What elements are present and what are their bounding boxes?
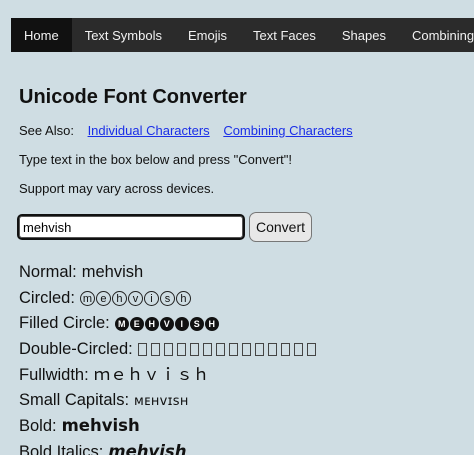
results-list: Normal: mehvish Circled: m e h v i s h Filled Ci… — [19, 260, 469, 455]
result-bold-italics: Bold Italics: 𝙢𝙚𝙝𝙫𝙞𝙨𝙝 — [19, 439, 469, 455]
missing-glyph-box — [202, 342, 212, 356]
result-label: Bold Italics: — [19, 442, 104, 455]
missing-glyph-box — [163, 342, 173, 356]
missing-glyph-box — [254, 342, 264, 356]
missing-glyph-box — [280, 342, 290, 356]
result-value[interactable]: ᴍᴇʜᴠɪꜱʜ — [134, 394, 189, 409]
see-also-label: See Also: — [19, 123, 74, 138]
result-small-capitals: Small Capitals: ᴍᴇʜᴠɪꜱʜ — [19, 388, 469, 414]
result-normal: Normal: mehvish — [19, 260, 469, 286]
filled-circle-glyph: M — [114, 316, 129, 331]
result-value[interactable]: mehvish — [82, 263, 143, 281]
result-value[interactable]: ｍｅｈｖｉｓｈ — [94, 365, 210, 384]
result-label: Fullwidth: — [19, 366, 89, 384]
result-value[interactable]: 𝙢𝙚𝙝𝙫𝙞𝙨𝙝 — [108, 442, 186, 455]
missing-glyph-box — [293, 342, 303, 356]
filled-circle-glyph: I — [174, 316, 189, 331]
missing-glyph-box — [306, 342, 316, 356]
circled-glyph: v — [127, 290, 143, 306]
nav-item-text-symbols[interactable]: Text Symbols — [72, 18, 175, 52]
result-double-circled: Double-Circled: — [19, 337, 469, 363]
missing-glyph-box — [215, 342, 225, 356]
result-filled-circle: Filled Circle: M E H V I S H — [19, 311, 469, 337]
text-input[interactable] — [17, 214, 245, 240]
convert-button[interactable]: Convert — [249, 212, 313, 242]
circled-glyph: e — [95, 290, 111, 306]
result-label: Double-Circled: — [19, 339, 133, 358]
converter-form: Convert — [17, 212, 313, 242]
circled-glyph: m — [79, 290, 95, 306]
result-value[interactable]: MEHVISH — [114, 314, 220, 332]
result-value[interactable]: 𝗺𝗲𝗵𝘃𝗶𝘀𝗵 — [62, 416, 140, 435]
filled-circle-glyph: V — [159, 316, 174, 331]
instructions-text: Type text in the box below and press "Co… — [19, 152, 292, 167]
result-fullwidth: Fullwidth: ｍｅｈｖｉｓｈ — [19, 362, 469, 388]
missing-glyph-box — [137, 342, 147, 356]
circled-glyph: h — [175, 290, 191, 306]
missing-glyph-box — [241, 342, 251, 356]
nav-item-combining[interactable]: Combining — [399, 18, 474, 52]
result-label: Normal: — [19, 263, 77, 281]
missing-glyph-box — [150, 342, 160, 356]
page: Home Text Symbols Emojis Text Faces Shap… — [0, 0, 474, 455]
missing-glyph-box — [189, 342, 199, 356]
support-note: Support may vary across devices. — [19, 181, 215, 196]
circled-glyph: h — [111, 290, 127, 306]
result-label: Bold: — [19, 417, 57, 435]
filled-circle-glyph: E — [129, 316, 144, 331]
filled-circle-glyph: H — [204, 316, 219, 331]
page-title: Unicode Font Converter — [19, 86, 247, 108]
missing-glyph-box — [267, 342, 277, 356]
result-bold: Bold: 𝗺𝗲𝗵𝘃𝗶𝘀𝗵 — [19, 413, 469, 439]
nav-item-home[interactable]: Home — [11, 18, 72, 52]
result-circled: Circled: m e h v i s h — [19, 286, 469, 312]
result-value[interactable] — [137, 340, 320, 358]
filled-circle-glyph: H — [144, 316, 159, 331]
circled-glyph: s — [159, 290, 175, 306]
missing-glyph-box — [176, 342, 186, 356]
individual-characters-link[interactable]: Individual Characters — [88, 123, 210, 138]
nav-item-emojis[interactable]: Emojis — [175, 18, 240, 52]
result-label: Small Capitals: — [19, 390, 130, 409]
nav-item-text-faces[interactable]: Text Faces — [240, 18, 329, 52]
combining-characters-link[interactable]: Combining Characters — [223, 123, 352, 138]
nav-item-shapes[interactable]: Shapes — [329, 18, 399, 52]
result-label: Filled Circle: — [19, 314, 110, 332]
result-value[interactable]: mehvish — [79, 289, 192, 307]
missing-glyph-box — [228, 342, 238, 356]
top-nav-bar: Home Text Symbols Emojis Text Faces Shap… — [11, 18, 474, 52]
see-also-row: See Also: Individual Characters Combinin… — [19, 123, 353, 138]
filled-circle-glyph: S — [189, 316, 204, 331]
circled-glyph: i — [143, 290, 159, 306]
result-label: Circled: — [19, 288, 75, 307]
